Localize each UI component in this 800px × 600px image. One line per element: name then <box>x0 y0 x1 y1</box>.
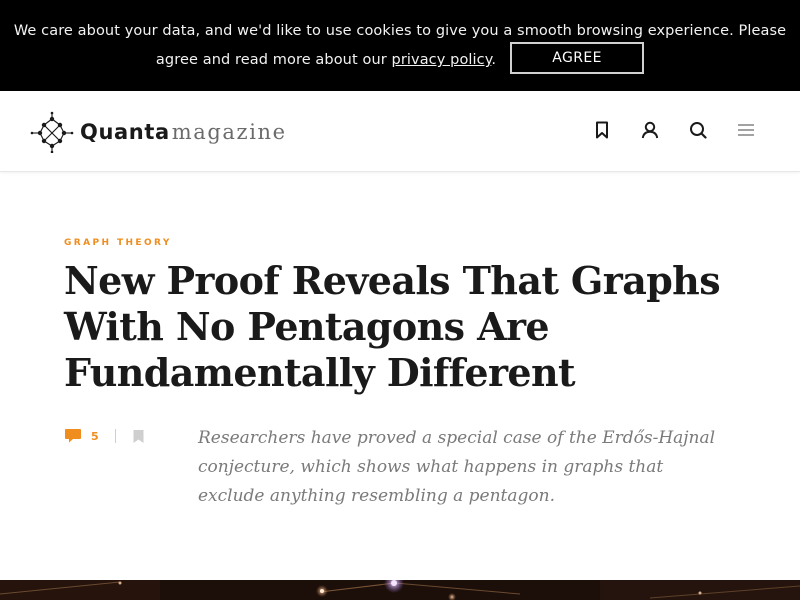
article-headline: New Proof Reveals That Graphs With No Pe… <box>64 258 721 395</box>
logo-wordmark: Quanta <box>80 120 170 144</box>
cookie-message: We care about your data, and we'd like t… <box>12 18 788 76</box>
user-icon[interactable] <box>640 119 660 141</box>
hero-image <box>0 580 800 600</box>
article-dek: Researchers have proved a special case o… <box>198 428 716 506</box>
site-logo[interactable]: Quanta magazine <box>30 111 287 153</box>
article-category[interactable]: GRAPH THEORY <box>64 238 172 248</box>
privacy-policy-link[interactable]: privacy policy <box>392 52 492 68</box>
header-actions <box>592 119 756 141</box>
save-article-icon[interactable] <box>132 429 145 444</box>
cookie-banner: We care about your data, and we'd like t… <box>0 0 800 91</box>
meta-divider <box>114 429 116 443</box>
quanta-logo-icon <box>30 111 74 153</box>
logo-suffix: magazine <box>171 120 287 144</box>
site-header: Quanta magazine <box>0 91 800 172</box>
menu-icon[interactable] <box>736 119 756 141</box>
hero-image-graphic <box>0 580 800 600</box>
bookmark-icon[interactable] <box>592 119 612 141</box>
comment-count[interactable]: 5 <box>91 430 99 443</box>
cookie-text-after: . <box>491 52 497 68</box>
article-meta: 5 <box>64 427 145 445</box>
comment-icon[interactable] <box>64 428 82 444</box>
search-icon[interactable] <box>688 119 708 141</box>
agree-button[interactable]: AGREE <box>510 42 645 74</box>
